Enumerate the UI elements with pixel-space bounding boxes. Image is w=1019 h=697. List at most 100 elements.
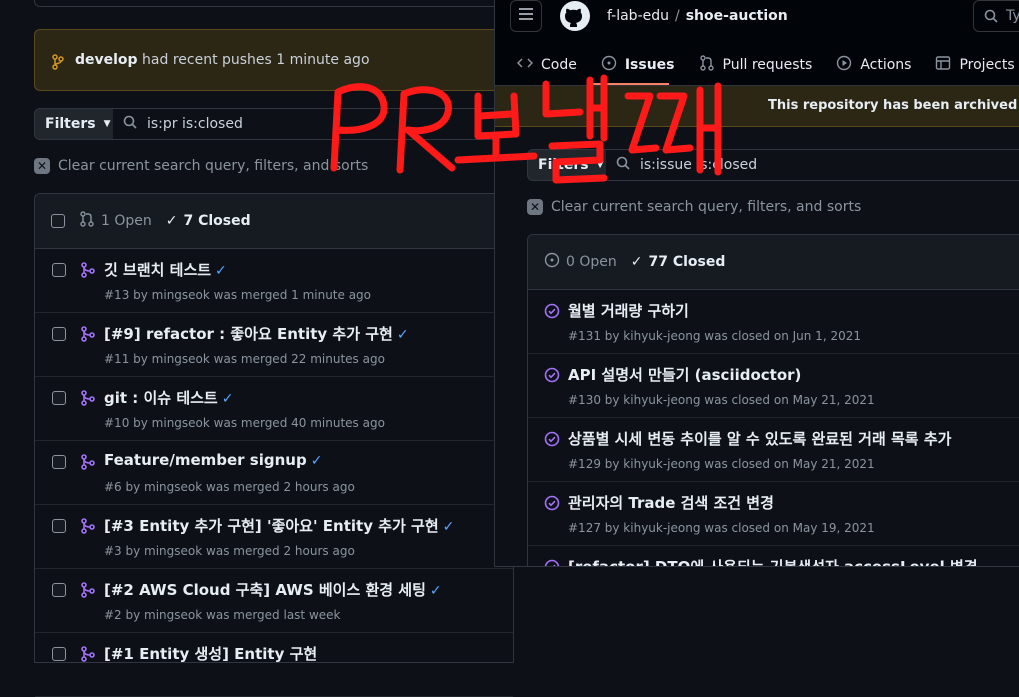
branch-name[interactable]: develop	[75, 52, 138, 68]
row-checkbox[interactable]	[52, 455, 66, 469]
banner-message: had recent pushes 1 minute ago	[142, 52, 370, 68]
search-input[interactable]: is:pr is:closed	[113, 108, 513, 140]
filters-button[interactable]: Filters ▼	[527, 149, 607, 181]
open-filter[interactable]: 0 Open	[544, 252, 617, 272]
close-icon: ✕	[34, 158, 50, 174]
pull-request-icon	[699, 55, 715, 75]
check-icon: ✓	[429, 583, 442, 599]
clear-filters-link[interactable]: ✕ Clear current search query, filters, a…	[527, 199, 861, 215]
issue-row[interactable]: 관리자의 Trade 검색 조건 변경 #127 by kihyuk-jeong …	[528, 482, 1019, 546]
issue-row[interactable]: 상품별 시세 변동 추이를 알 수 있도록 완료된 거래 목록 추가 #129 b…	[528, 418, 1019, 482]
merged-icon	[81, 262, 95, 282]
check-icon: ✓	[442, 519, 455, 535]
pull-request-title[interactable]: Feature/member signup ✓	[104, 451, 322, 469]
row-checkbox[interactable]	[52, 583, 66, 597]
merged-icon	[81, 390, 95, 410]
issue-title[interactable]: API 설명서 만들기 (asciidoctor)	[568, 364, 801, 385]
github-logo-icon[interactable]	[559, 0, 591, 36]
pull-request-list: 1 Open ✓ 7 Closed 깃 브랜치 테스트 ✓ #13 by mings…	[34, 193, 514, 697]
pull-request-title[interactable]: [#9] refactor : 좋아요 Entity 추가 구현 ✓	[104, 323, 409, 344]
clear-filters-link[interactable]: ✕ Clear current search query, filters, a…	[34, 158, 368, 174]
tab-projects[interactable]: Projects	[935, 55, 1015, 75]
pull-request-row[interactable]: 깃 브랜치 테스트 ✓ #13 by mingseok was merged 1 m…	[35, 249, 513, 313]
merged-icon	[81, 582, 95, 602]
pull-request-title[interactable]: 깃 브랜치 테스트 ✓	[104, 259, 227, 280]
issue-closed-icon	[544, 495, 560, 515]
tab-pull-requests[interactable]: Pull requests	[699, 55, 813, 75]
issue-row[interactable]: API 설명서 만들기 (asciidoctor) #130 by kihyuk-…	[528, 354, 1019, 418]
caret-down-icon: ▼	[103, 119, 111, 129]
tab-code[interactable]: Code	[516, 55, 577, 75]
search-icon	[984, 9, 998, 27]
filters-label: Filters	[45, 116, 96, 132]
pull-request-row[interactable]: git : 이슈 테스트 ✓ #10 by mingseok was merged …	[35, 377, 513, 441]
repo-tabs: Code Issues Pull requests Actions Projects	[516, 55, 1019, 75]
issue-meta: #130 by kihyuk-jeong was closed on May 2…	[568, 393, 875, 407]
issue-rows: 월별 거래량 구하기 #131 by kihyuk-jeong was close…	[528, 290, 1019, 566]
selected-tab-underline	[589, 83, 669, 85]
issue-closed-icon	[544, 367, 560, 387]
repo-header: f-lab-edu/shoe-auction Ty Code Issues Pull…	[495, 0, 1019, 86]
issue-closed-icon	[544, 431, 560, 451]
select-all-checkbox[interactable]	[51, 214, 65, 228]
issue-row[interactable]: 월별 거래량 구하기 #131 by kihyuk-jeong was close…	[528, 290, 1019, 354]
search-icon	[616, 156, 630, 174]
issue-search-input[interactable]: is:issue is:closed	[606, 149, 1019, 181]
closed-count: 7 Closed	[183, 213, 251, 229]
tab-actions[interactable]: Actions	[836, 55, 911, 75]
pull-request-meta: #11 by mingseok was merged 22 minutes ag…	[104, 352, 385, 366]
issues-window: f-lab-edu/shoe-auction Ty Code Issues Pull…	[494, 0, 1019, 567]
issue-title[interactable]: [refactor] DTO에 사용되는 기본생성자 accessLevel 변…	[568, 556, 978, 566]
org-link[interactable]: f-lab-edu	[607, 8, 669, 24]
row-checkbox[interactable]	[52, 263, 66, 277]
row-checkbox[interactable]	[52, 391, 66, 405]
pull-request-title[interactable]: [#2 AWS Cloud 구축] AWS 베이스 환경 세팅 ✓	[104, 579, 442, 600]
archived-text: This repository has been archived by the	[768, 98, 1019, 113]
pull-request-title-text: [#2 AWS Cloud 구축] AWS 베이스 환경 세팅	[104, 581, 426, 599]
pull-request-row[interactable]: [#9] refactor : 좋아요 Entity 추가 구현 ✓ #11 by …	[35, 313, 513, 377]
open-count: 1 Open	[101, 213, 152, 229]
pull-request-row[interactable]: [#2 AWS Cloud 구축] AWS 베이스 환경 세팅 ✓ #2 by mi…	[35, 569, 513, 633]
filters-button[interactable]: Filters ▼	[34, 108, 114, 140]
pull-request-title-text: [#9] refactor : 좋아요 Entity 추가 구현	[104, 325, 393, 343]
repo-link[interactable]: shoe-auction	[686, 8, 788, 24]
tab-label: Pull requests	[722, 57, 813, 73]
search-value: is:issue is:closed	[640, 157, 758, 173]
pull-request-title-text: 깃 브랜치 테스트	[104, 261, 212, 279]
check-icon: ✓	[221, 391, 234, 407]
pull-request-title[interactable]: [#3 Entity 추가 구현] '좋아요' Entity 추가 구현 ✓	[104, 515, 454, 536]
closed-filter[interactable]: ✓ 7 Closed	[166, 213, 251, 229]
pull-request-row[interactable]: Feature/member signup ✓ #6 by mingseok was…	[35, 441, 513, 505]
pull-request-row[interactable]: [#1 Entity 생성] Entity 구현	[35, 633, 513, 697]
tab-label: Projects	[959, 57, 1015, 73]
global-search-input[interactable]: Ty	[973, 0, 1019, 32]
issue-open-icon	[544, 252, 560, 272]
play-icon	[836, 55, 852, 75]
menu-button[interactable]	[510, 0, 542, 32]
pull-request-title[interactable]: git : 이슈 테스트 ✓	[104, 387, 233, 408]
row-checkbox[interactable]	[52, 327, 66, 341]
issue-title[interactable]: 상품별 시세 변동 추이를 알 수 있도록 완료된 거래 목록 추가	[568, 428, 951, 449]
pull-request-title[interactable]: [#1 Entity 생성] Entity 구현	[104, 643, 317, 664]
issue-list: 0 Open ✓ 77 Closed 월별 거래량 구하기 #131 by kih…	[527, 234, 1019, 566]
pull-request-row[interactable]: [#3 Entity 추가 구현] '좋아요' Entity 추가 구현 ✓ #3 …	[35, 505, 513, 569]
issue-closed-icon	[544, 303, 560, 323]
branch-icon	[52, 54, 64, 74]
row-checkbox[interactable]	[52, 519, 66, 533]
tab-label: Issues	[624, 57, 675, 73]
check-icon: ✓	[396, 327, 409, 343]
close-icon: ✕	[527, 199, 543, 215]
open-filter[interactable]: 1 Open	[79, 211, 152, 231]
issue-row[interactable]: [refactor] DTO에 사용되는 기본생성자 accessLevel 변…	[528, 546, 1019, 566]
pull-request-meta: #3 by mingseok was merged 2 hours ago	[104, 544, 355, 558]
merged-icon	[81, 646, 95, 666]
pull-request-title-text: [#3 Entity 추가 구현] '좋아요' Entity 추가 구현	[104, 517, 439, 535]
row-checkbox[interactable]	[52, 647, 66, 661]
pull-request-rows: 깃 브랜치 테스트 ✓ #13 by mingseok was merged 1 m…	[35, 249, 513, 697]
issue-icon	[601, 55, 617, 75]
issue-title[interactable]: 관리자의 Trade 검색 조건 변경	[568, 492, 774, 513]
issue-title[interactable]: 월별 거래량 구하기	[568, 300, 689, 321]
merged-icon	[81, 518, 95, 538]
closed-filter[interactable]: ✓ 77 Closed	[631, 254, 726, 270]
tab-issues[interactable]: Issues	[601, 55, 675, 75]
